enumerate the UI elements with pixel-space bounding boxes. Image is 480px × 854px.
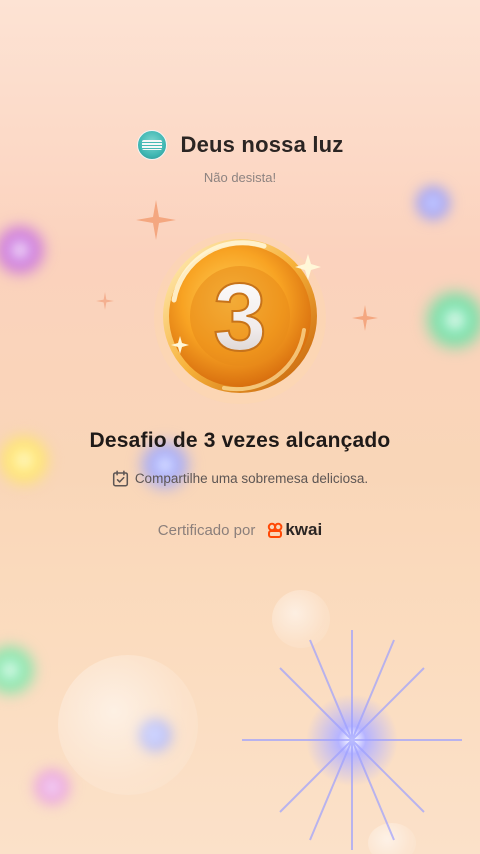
glow-blue-right xyxy=(412,182,454,224)
sparkle-right xyxy=(352,305,378,331)
kwai-brand-name: kwai xyxy=(285,520,323,539)
avatar[interactable] xyxy=(136,130,167,160)
challenge-task: Compartilhe uma sobremesa deliciosa. xyxy=(0,470,480,487)
background-decor xyxy=(0,0,480,854)
medal-icon: 3 xyxy=(154,232,326,404)
page-subtitle: Não desista! xyxy=(203,170,277,185)
kwai-logo-icon xyxy=(268,522,283,538)
task-text: Compartilhe uma sobremesa deliciosa. xyxy=(134,471,369,486)
starburst-blue xyxy=(242,630,462,850)
page-title: Deus nossa luz xyxy=(180,132,344,157)
achievement-medal: 3 xyxy=(144,220,336,412)
certified-by-label: Certificado por xyxy=(157,521,256,539)
glow-green-left xyxy=(0,640,40,700)
sparkle-small-left xyxy=(96,292,114,310)
calendar-check-icon xyxy=(112,470,128,487)
bubble-large xyxy=(58,655,198,795)
glow-green-right xyxy=(420,285,480,355)
medal-number: 3 xyxy=(213,264,266,371)
glow-pink-bottom xyxy=(30,765,74,809)
certification: Certificado por kwai xyxy=(0,520,480,540)
achievement-title: Desafio de 3 vezes alcançado xyxy=(89,429,391,452)
glow-purple-left xyxy=(0,220,50,280)
header: Deus nossa luz xyxy=(0,130,480,160)
kwai-brand[interactable]: kwai xyxy=(267,520,322,540)
